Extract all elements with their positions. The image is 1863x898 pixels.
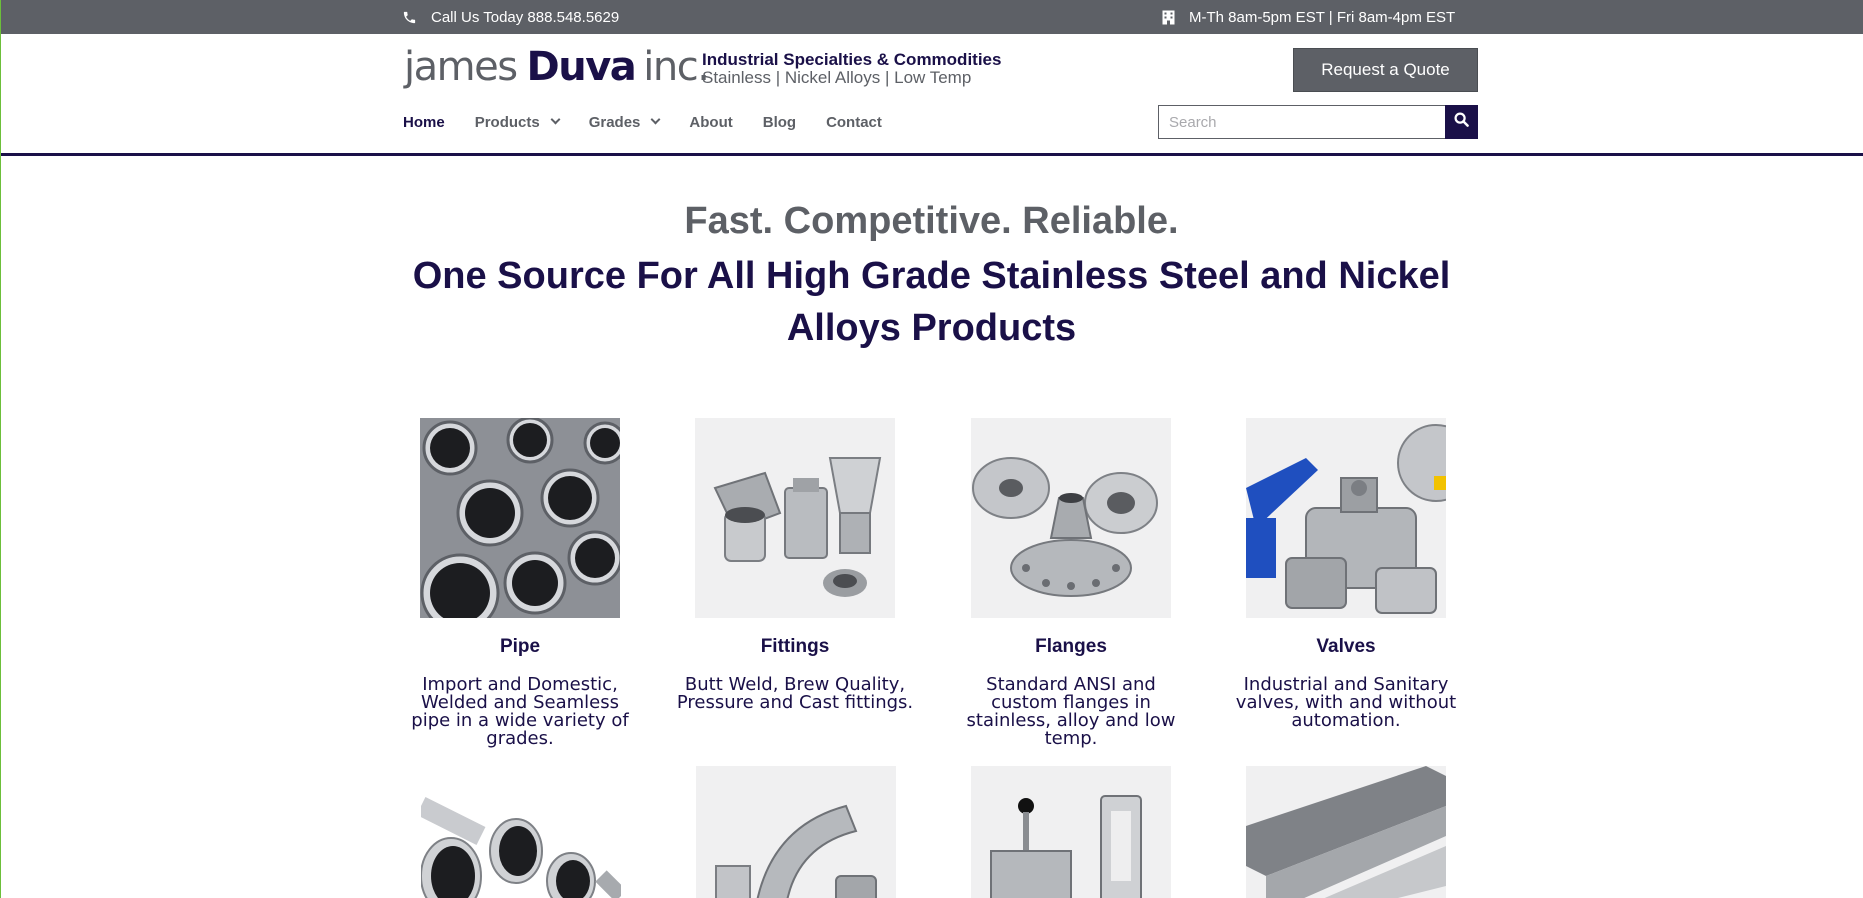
search-button[interactable] [1445, 105, 1478, 139]
top-utility-bar: Call Us Today 888.548.5629 M-Th 8am-5pm … [0, 0, 1863, 34]
nav-item-about[interactable]: About [689, 114, 732, 131]
nav-item-blog[interactable]: Blog [763, 114, 796, 131]
nav-label-contact: Contact [826, 113, 882, 131]
product-description: Standard ANSI and custom flanges in stai… [966, 674, 1176, 749]
phone-contact[interactable]: Call Us Today 888.548.5629 [402, 0, 619, 34]
product-description: Industrial and Sanitary valves, with and… [1235, 674, 1457, 731]
valves-image[interactable] [1246, 418, 1446, 618]
chevron-down-icon [550, 114, 561, 125]
logo-part-james: james [404, 44, 518, 90]
nav-label-home: Home [403, 113, 445, 131]
logo-part-inc: inc. [643, 44, 710, 90]
product-card-flanges[interactable]: Flanges Standard ANSI and custom flanges… [951, 418, 1191, 748]
flanges-image[interactable] [971, 418, 1171, 618]
nav-item-products[interactable]: Products [474, 113, 561, 131]
business-hours: M-Th 8am-5pm EST | Fri 8am-4pm EST [1162, 0, 1455, 34]
product-title[interactable]: Fittings [675, 636, 915, 658]
sanitary-valves-image[interactable] [971, 766, 1171, 898]
nav-label-grades: Grades [588, 113, 641, 131]
hours-text: M-Th 8am-5pm EST | Fri 8am-4pm EST [1189, 8, 1456, 26]
main-navigation: Home Products Grades About Blog Contact [403, 110, 912, 134]
product-card-valves[interactable]: Valves Industrial and Sanitary valves, w… [1226, 418, 1466, 730]
tubing-image[interactable] [421, 766, 621, 898]
sanitary-fittings-image[interactable] [696, 766, 896, 898]
nav-item-grades[interactable]: Grades [588, 113, 661, 131]
header-divider [0, 153, 1863, 156]
hero-heading: One Source For All High Grade Stainless … [412, 255, 1451, 349]
product-card-fittings[interactable]: Fittings Butt Weld, Brew Quality, Pressu… [675, 418, 915, 712]
pipe-bundle-image[interactable] [420, 418, 620, 618]
chevron-down-icon [650, 114, 661, 125]
company-logo[interactable]: james Duva inc. [404, 44, 710, 92]
header-tagline: Industrial Specialties & Commodities Sta… [702, 50, 1001, 86]
hero-tagline: Fast. Competitive. Reliable. [684, 200, 1179, 242]
request-quote-button[interactable]: Request a Quote [1293, 48, 1478, 92]
fittings-image[interactable] [695, 418, 895, 618]
phone-icon [402, 10, 417, 25]
nav-item-home[interactable]: Home [403, 114, 445, 131]
nav-item-contact[interactable]: Contact [826, 114, 882, 131]
search-icon [1454, 112, 1469, 132]
nav-label-products: Products [474, 113, 540, 131]
tagline-title: Industrial Specialties & Commodities [702, 50, 1002, 69]
phone-text: Call Us Today 888.548.5629 [431, 8, 620, 26]
search-input[interactable] [1158, 105, 1445, 139]
product-title[interactable]: Flanges [951, 636, 1191, 658]
building-icon [1162, 10, 1175, 25]
search-form [1158, 105, 1478, 139]
logo-part-duva: Duva [526, 44, 637, 90]
product-card-pipe[interactable]: Pipe Import and Domestic, Welded and Sea… [400, 418, 640, 748]
tagline-subtitle: Stainless | Nickel Alloys | Low Temp [702, 68, 972, 87]
round-bar-image[interactable] [1246, 766, 1446, 898]
product-title[interactable]: Valves [1226, 636, 1466, 658]
window-edge [0, 0, 1, 898]
nav-label-about: About [689, 113, 733, 131]
nav-label-blog: Blog [762, 113, 797, 131]
product-description: Import and Domestic, Welded and Seamless… [411, 674, 629, 749]
product-description: Butt Weld, Brew Quality, Pressure and Ca… [676, 674, 914, 713]
product-title[interactable]: Pipe [400, 636, 640, 658]
